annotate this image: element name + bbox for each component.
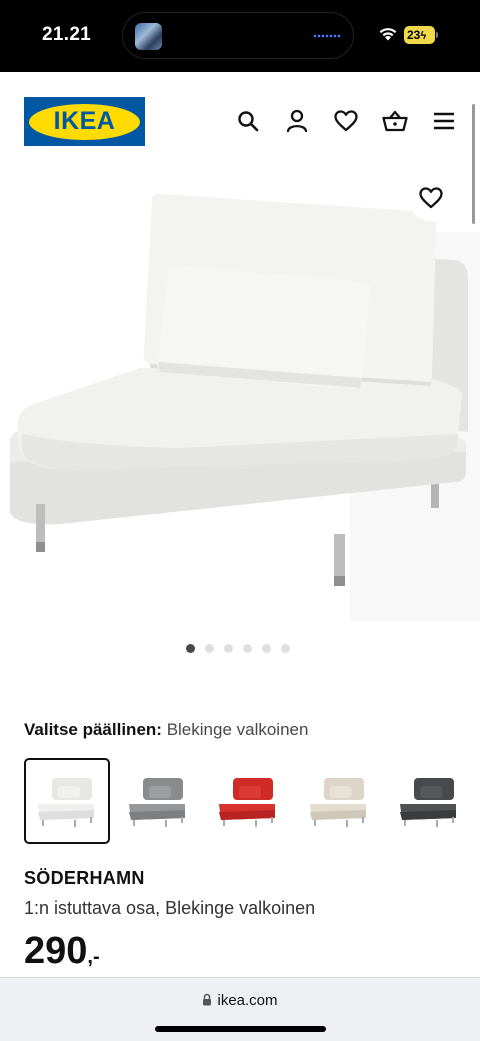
- battery-tip: [436, 32, 438, 38]
- product-price: 290,-: [24, 930, 100, 973]
- cover-swatch-grey[interactable]: [115, 758, 201, 844]
- browser-address-bar: ikea.com: [0, 977, 480, 1041]
- add-to-wishlist-button[interactable]: [408, 175, 454, 221]
- cover-selected-value: Blekinge valkoinen: [166, 720, 309, 739]
- status-bar: 21.21 23ϟ: [0, 0, 480, 72]
- battery-indicator: 23ϟ: [404, 26, 435, 44]
- swatch-sofa-thumbnail: [38, 778, 94, 827]
- product-image[interactable]: [0, 172, 480, 632]
- price-suffix: ,-: [87, 946, 100, 968]
- image-carousel-dots: [186, 644, 290, 653]
- search-icon[interactable]: [235, 108, 261, 134]
- swatch-sofa-thumbnail: [219, 778, 275, 827]
- cover-swatch-dark-grey[interactable]: [386, 758, 472, 844]
- favourites-heart-icon[interactable]: [333, 108, 359, 134]
- menu-icon[interactable]: [431, 108, 457, 134]
- battery-level: 23: [407, 28, 421, 42]
- cover-swatch-white[interactable]: [24, 758, 110, 844]
- basket-icon[interactable]: [382, 108, 408, 134]
- product-description: 1:n istuttava osa, Blekinge valkoinen: [24, 898, 316, 918]
- carousel-dot[interactable]: [205, 644, 214, 653]
- swatch-sofa-thumbnail: [310, 778, 366, 827]
- product-name: SÖDERHAMN: [24, 868, 145, 888]
- wifi-icon: [379, 28, 397, 41]
- swatch-sofa-thumbnail: [129, 778, 185, 827]
- status-time: 21.21: [42, 24, 92, 45]
- charging-bolt-icon: ϟ: [420, 30, 427, 42]
- cover-swatch-red[interactable]: [205, 758, 291, 844]
- lock-icon: [203, 993, 212, 1006]
- cover-label-text: Valitse päällinen:: [24, 720, 162, 739]
- swatch-sofa-thumbnail: [400, 778, 456, 827]
- site-header: IKEA: [0, 72, 480, 172]
- url-text: ikea.com: [217, 992, 278, 1009]
- logo-text: IKEA: [53, 107, 116, 135]
- logo-oval: IKEA: [29, 103, 140, 140]
- now-playing-thumbnail: [135, 23, 162, 50]
- carousel-dot[interactable]: [243, 644, 252, 653]
- carousel-dot[interactable]: [262, 644, 271, 653]
- carousel-dot[interactable]: [281, 644, 290, 653]
- heart-icon: [419, 187, 443, 209]
- ikea-logo[interactable]: IKEA: [24, 97, 145, 146]
- url-field[interactable]: ikea.com: [0, 992, 480, 1009]
- home-indicator[interactable]: [155, 1026, 326, 1032]
- user-icon[interactable]: [284, 108, 310, 134]
- carousel-dot[interactable]: [186, 644, 195, 653]
- dynamic-island: [122, 12, 354, 59]
- carousel-dot[interactable]: [224, 644, 233, 653]
- audio-waveform-icon: [313, 33, 341, 39]
- cover-swatch-beige[interactable]: [296, 758, 382, 844]
- price-value: 290: [24, 930, 88, 972]
- cover-selector-label: Valitse päällinen: Blekinge valkoinen: [24, 720, 308, 740]
